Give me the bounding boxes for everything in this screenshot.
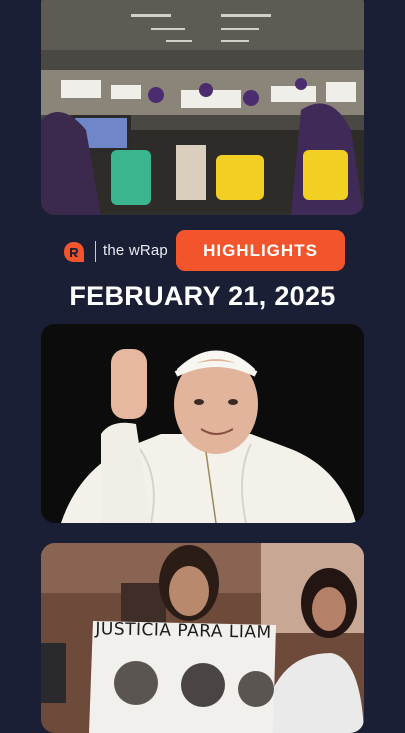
highlights-badge: HIGHLIGHTS	[176, 230, 345, 271]
story-photo-protest[interactable]: JUSTICIA PARA LIAM	[41, 543, 364, 733]
brand-header: the wRap HIGHLIGHTS	[0, 230, 405, 272]
edition-date: FEBRUARY 21, 2025	[69, 281, 336, 311]
rappler-logo-icon	[63, 241, 85, 263]
protest-sign-text: JUSTICIA PARA LIAM	[95, 619, 272, 643]
story-photo-ballot-sorting[interactable]	[41, 0, 364, 215]
brand-divider	[95, 241, 96, 262]
show-name: the wRap	[103, 242, 168, 259]
story-photo-pope[interactable]	[41, 324, 364, 523]
